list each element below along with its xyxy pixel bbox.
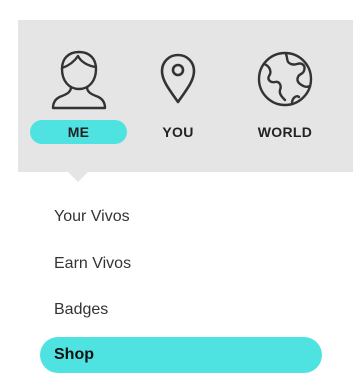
menu-item-earn-vivos[interactable]: Earn Vivos — [40, 246, 322, 282]
tab-world[interactable]: WORLD — [236, 20, 334, 150]
map-pin-icon — [140, 52, 216, 104]
tab-me[interactable]: ME — [30, 20, 127, 150]
person-icon — [30, 48, 127, 110]
active-tab-pointer — [68, 172, 88, 182]
tab-label-world: WORLD — [257, 124, 313, 140]
menu-item-label: Your Vivos — [54, 208, 130, 225]
menu-item-shop[interactable]: Shop — [40, 337, 322, 373]
menu-item-badges[interactable]: Badges — [40, 292, 322, 328]
tab-you[interactable]: YOU — [140, 20, 216, 150]
globe-icon — [236, 50, 334, 108]
menu-item-label: Badges — [54, 301, 109, 318]
menu-item-label: Shop — [54, 346, 94, 363]
menu-item-your-vivos[interactable]: Your Vivos — [40, 199, 322, 235]
menu-item-label: Earn Vivos — [54, 255, 132, 272]
tab-label-me: ME — [30, 120, 127, 144]
tab-label-you: YOU — [162, 124, 194, 140]
app-panel: ME YOU WORLD Your Vivos Earn Vivos Badge… — [0, 0, 353, 392]
